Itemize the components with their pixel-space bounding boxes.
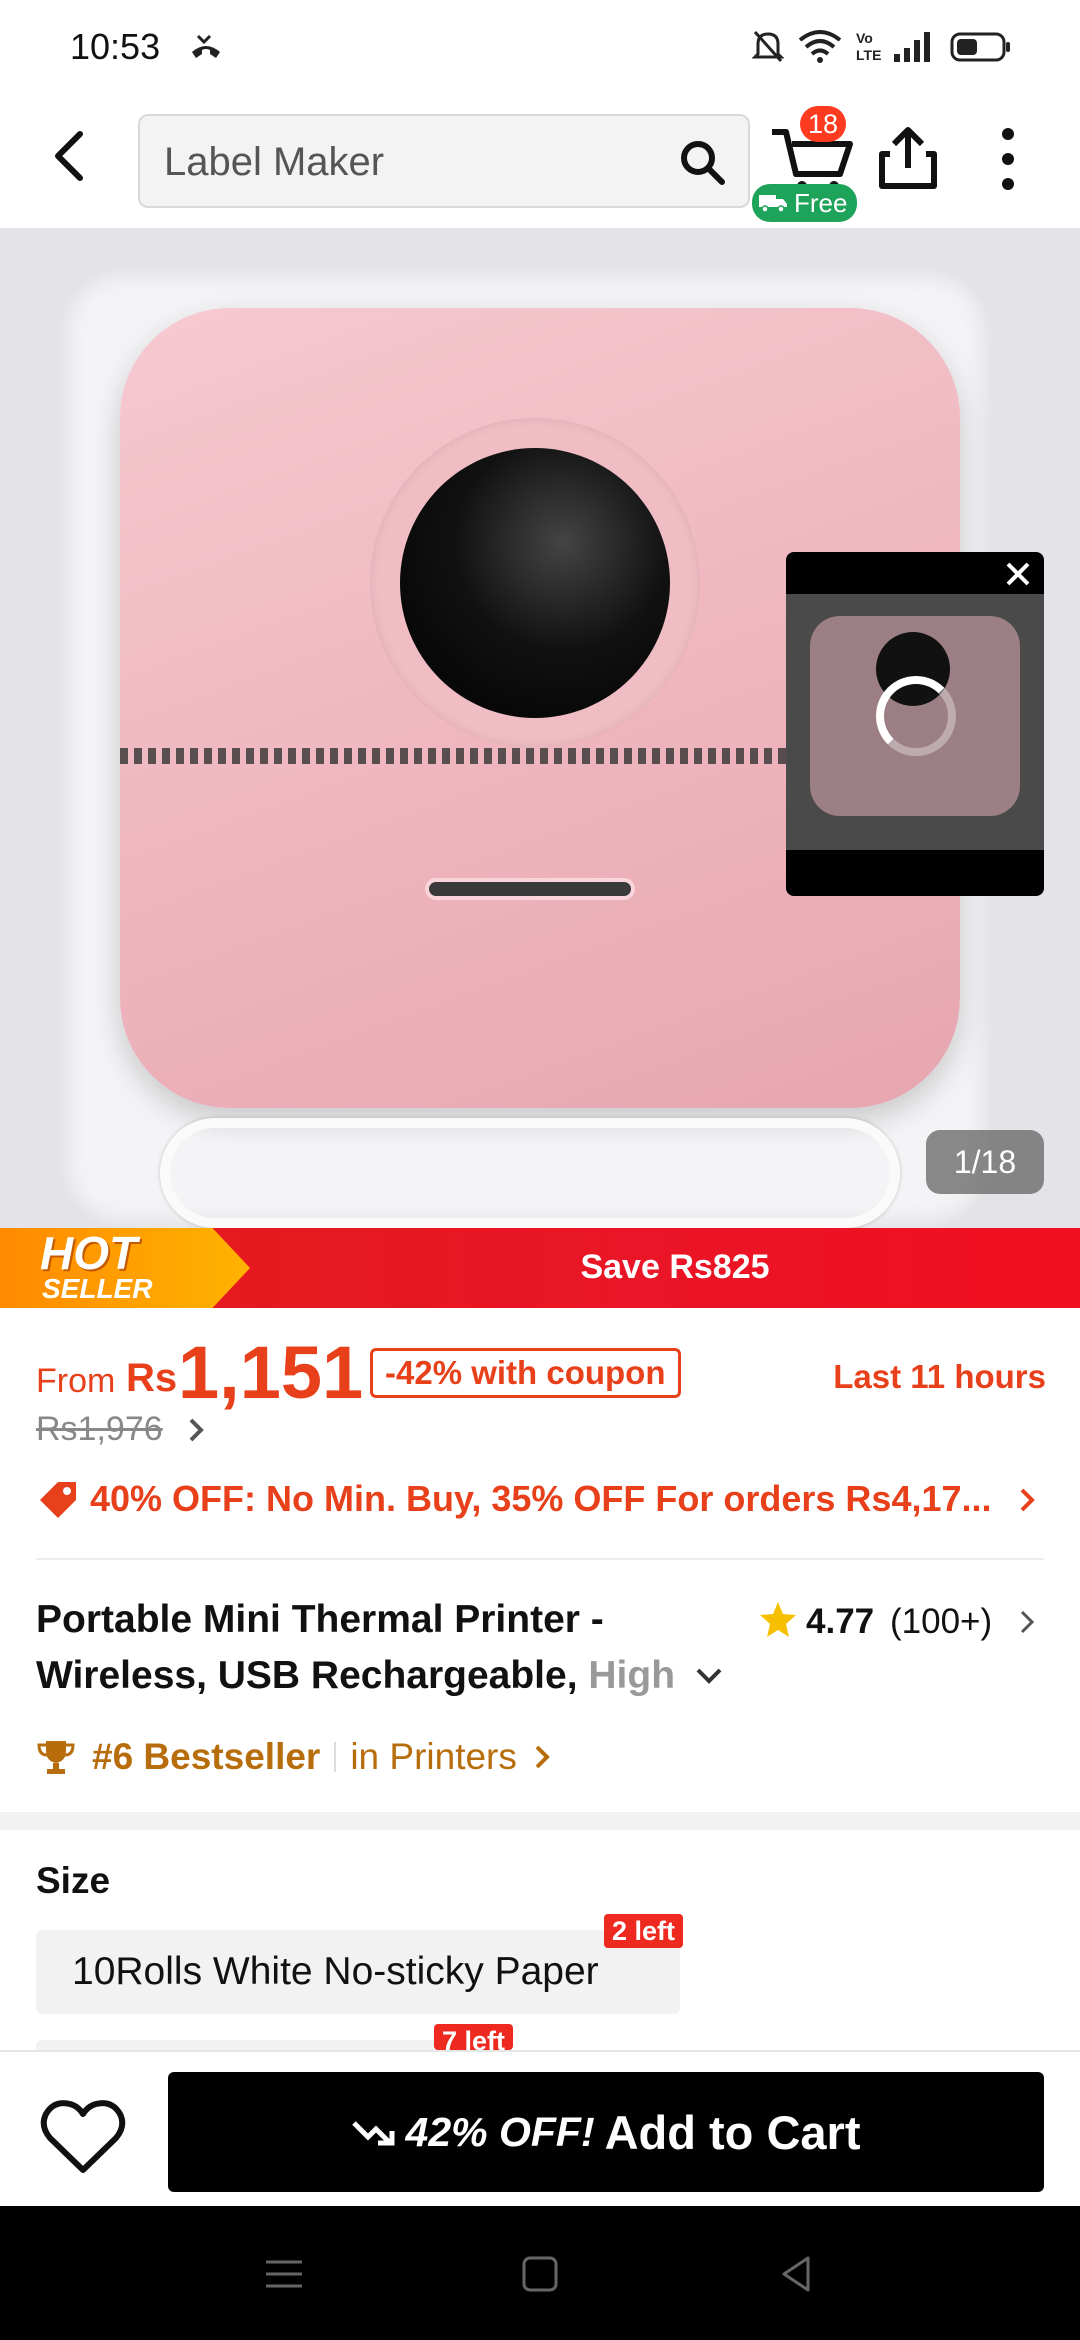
svg-text:Vo: Vo bbox=[856, 30, 873, 46]
video-frame bbox=[786, 594, 1044, 850]
search-icon[interactable] bbox=[678, 138, 726, 186]
trend-down-icon bbox=[351, 2121, 395, 2146]
product-title-faded: High bbox=[588, 1654, 676, 1697]
gallery-counter: 1/18 bbox=[926, 1130, 1044, 1194]
price-row: From Rs 1,151 -42% with coupon Last 11 h… bbox=[36, 1330, 1046, 1414]
cta-discount: 42% OFF! bbox=[405, 2108, 595, 2155]
deal-timer: Last 11 hours bbox=[833, 1358, 1046, 1395]
chevron-right-icon bbox=[535, 1745, 550, 1769]
stock-badge: 7 left bbox=[434, 2024, 514, 2050]
rating-value: 4.77 bbox=[806, 1602, 875, 1641]
size-label: Size bbox=[36, 1860, 111, 1901]
product-title-main: Portable Mini Thermal Printer - Wireless… bbox=[36, 1598, 604, 1697]
product-title[interactable]: Portable Mini Thermal Printer - Wireless… bbox=[36, 1592, 736, 1704]
hot-seller-banner: HOT SELLER Save Rs825 bbox=[0, 1228, 1080, 1308]
cart-count-badge: 18 bbox=[800, 106, 846, 142]
free-label: Free bbox=[794, 188, 848, 218]
status-time: 10:53 bbox=[70, 26, 161, 67]
chevron-down-icon[interactable] bbox=[694, 1664, 724, 1688]
cta-label: Add to Cart bbox=[604, 2105, 861, 2159]
stock-badge: 2 left bbox=[604, 1914, 684, 1948]
promo-text: 40% OFF: No Min. Buy, 35% OFF For orders… bbox=[90, 1478, 992, 1519]
star-icon bbox=[760, 1602, 796, 1637]
printer-lens-ring bbox=[370, 418, 700, 748]
battery-icon bbox=[950, 32, 1010, 62]
printer-slot bbox=[425, 878, 635, 900]
home-icon[interactable] bbox=[518, 2252, 562, 2296]
save-amount: Save Rs825 bbox=[580, 1248, 770, 1286]
chevron-right-icon bbox=[1020, 1488, 1035, 1512]
size-option[interactable]: 10Rolls White No-sticky Paper bbox=[36, 1930, 680, 2014]
promo-row[interactable]: 40% OFF: No Min. Buy, 35% OFF For orders… bbox=[36, 1472, 1046, 1528]
top-header: Label Maker 18 Free bbox=[0, 96, 1080, 228]
divider bbox=[36, 1558, 1044, 1560]
tag-icon bbox=[40, 1482, 76, 1518]
free-shipping-tag: Free bbox=[752, 184, 858, 222]
chevron-right-icon[interactable] bbox=[186, 1416, 206, 1444]
price-from-label: From bbox=[36, 1362, 116, 1400]
rating-count[interactable]: (100+) bbox=[890, 1602, 992, 1642]
section-gap bbox=[0, 1812, 1080, 1830]
missed-call-icon bbox=[192, 34, 220, 58]
bestseller-rank: #6 Bestseller bbox=[92, 1736, 321, 1777]
wishlist-heart-button[interactable] bbox=[40, 2098, 126, 2176]
trophy-icon bbox=[37, 1741, 75, 1774]
share-button[interactable] bbox=[876, 124, 940, 192]
video-preview-popup[interactable] bbox=[786, 552, 1044, 896]
status-bar: 10:53 Vo LTE bbox=[0, 0, 1080, 96]
wifi-icon bbox=[798, 30, 842, 63]
svg-text:LTE: LTE bbox=[856, 47, 881, 63]
recent-apps-icon[interactable] bbox=[262, 2252, 306, 2296]
close-icon[interactable] bbox=[1000, 556, 1036, 592]
price-currency: Rs bbox=[126, 1356, 178, 1400]
bestseller-category: in Printers bbox=[350, 1736, 517, 1777]
signal-icon bbox=[894, 32, 930, 62]
add-to-cart-button[interactable]: 42% OFF! Add to Cart bbox=[168, 2072, 1044, 2192]
bestseller-row[interactable]: #6 Bestseller in Printers bbox=[36, 1732, 551, 1782]
chevron-right-icon[interactable] bbox=[1018, 1608, 1036, 1636]
system-nav-bar bbox=[0, 2206, 1080, 2340]
price-amount: 1,151 bbox=[178, 1331, 364, 1414]
search-input[interactable]: Label Maker bbox=[138, 114, 750, 208]
volte-icon: Vo LTE bbox=[856, 30, 881, 63]
back-nav-icon[interactable] bbox=[774, 2252, 818, 2296]
search-query: Label Maker bbox=[164, 140, 385, 184]
bottom-action-bar: 42% OFF! Add to Cart bbox=[0, 2050, 1080, 2206]
original-price[interactable]: Rs1,976 bbox=[36, 1410, 163, 1449]
coupon-tag[interactable]: -42% with coupon bbox=[370, 1348, 681, 1398]
more-options-button[interactable] bbox=[990, 126, 1026, 192]
back-button[interactable] bbox=[40, 124, 104, 188]
usb-cable bbox=[160, 1118, 900, 1228]
separator bbox=[334, 1742, 337, 1772]
mute-icon bbox=[752, 30, 784, 63]
loading-spinner-icon bbox=[876, 676, 956, 756]
truck-icon bbox=[759, 195, 787, 213]
printer-lens bbox=[400, 448, 670, 718]
